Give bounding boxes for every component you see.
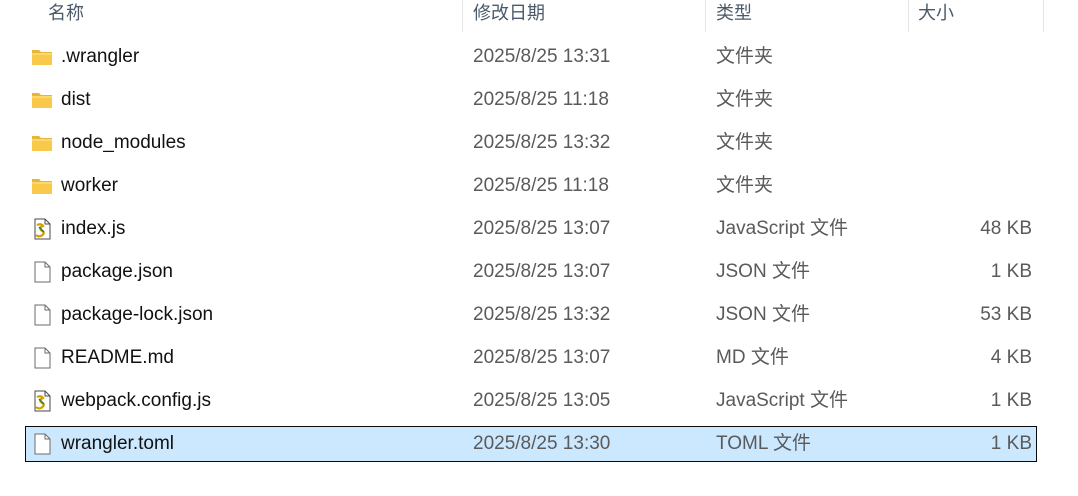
file-type: 文件夹 [716, 46, 774, 67]
folder-icon [31, 46, 53, 68]
file-name: README.md [61, 347, 174, 368]
column-name-header[interactable]: 名称 [48, 0, 458, 30]
file-row[interactable]: package.json 2025/8/25 13:07 JSON 文件 1 KB [0, 254, 1078, 297]
file-row[interactable]: README.md 2025/8/25 13:07 MD 文件 4 KB [0, 340, 1078, 383]
file-icon [31, 304, 53, 326]
file-row[interactable]: wrangler.toml 2025/8/25 13:30 TOML 文件 1 KB [0, 426, 1078, 469]
folder-icon [31, 132, 53, 154]
file-type: JSON 文件 [716, 304, 810, 325]
column-type-header[interactable]: 类型 [716, 0, 906, 30]
column-divider[interactable] [908, 0, 909, 32]
file-modified-date: 2025/8/25 13:32 [473, 304, 611, 325]
column-header: 名称 修改日期 类型 大小 [0, 0, 1078, 32]
file-modified-date: 2025/8/25 13:07 [473, 261, 611, 282]
file-row[interactable]: index.js 2025/8/25 13:07 JavaScript 文件 48 K… [0, 211, 1078, 254]
column-date-header[interactable]: 修改日期 [473, 0, 703, 30]
file-type: 文件夹 [716, 175, 774, 196]
file-row[interactable]: package-lock.json 2025/8/25 13:32 JSON 文件 5… [0, 297, 1078, 340]
file-type: JavaScript 文件 [716, 390, 848, 411]
file-explorer: 名称 修改日期 类型 大小 .wrangler 2025/8/25 13:31 文件… [0, 0, 1078, 496]
file-modified-date: 2025/8/25 11:18 [473, 89, 609, 110]
file-modified-date: 2025/8/25 13:32 [473, 132, 611, 153]
file-size [900, 168, 1032, 204]
file-icon [31, 347, 53, 369]
file-size [900, 82, 1032, 118]
file-name: wrangler.toml [61, 433, 174, 454]
file-name: index.js [61, 218, 126, 239]
file-modified-date: 2025/8/25 13:05 [473, 390, 611, 411]
file-size [900, 125, 1032, 161]
file-icon [31, 261, 53, 283]
column-divider[interactable] [705, 0, 706, 32]
file-modified-date: 2025/8/25 13:07 [473, 218, 611, 239]
file-name: worker [61, 175, 119, 196]
file-row[interactable]: webpack.config.js 2025/8/25 13:05 JavaScri… [0, 383, 1078, 426]
file-size: 1 KB [990, 261, 1032, 282]
file-type: 文件夹 [716, 132, 774, 153]
file-size: 1 KB [990, 433, 1032, 454]
file-size: 4 KB [990, 347, 1032, 368]
file-name: node_modules [61, 132, 186, 153]
file-name: dist [61, 89, 91, 110]
file-modified-date: 2025/8/25 11:18 [473, 175, 609, 196]
column-divider[interactable] [1043, 0, 1044, 32]
file-type: JavaScript 文件 [716, 218, 848, 239]
file-row[interactable]: node_modules 2025/8/25 13:32 文件夹 [0, 125, 1078, 168]
folder-icon [31, 175, 53, 197]
js-file-icon [31, 218, 53, 240]
file-size: 48 KB [980, 218, 1032, 239]
file-row[interactable]: worker 2025/8/25 11:18 文件夹 [0, 168, 1078, 211]
file-row[interactable]: dist 2025/8/25 11:18 文件夹 [0, 82, 1078, 125]
file-name: package-lock.json [61, 304, 214, 325]
file-modified-date: 2025/8/25 13:07 [473, 347, 611, 368]
file-size: 1 KB [990, 390, 1032, 411]
file-list: .wrangler 2025/8/25 13:31 文件夹 dist 2025/8/25… [0, 39, 1078, 469]
file-row[interactable]: .wrangler 2025/8/25 13:31 文件夹 [0, 39, 1078, 82]
file-type: TOML 文件 [716, 433, 812, 454]
file-name: .wrangler [61, 46, 140, 67]
file-name: webpack.config.js [61, 390, 211, 411]
js-file-icon [31, 390, 53, 412]
file-modified-date: 2025/8/25 13:30 [473, 433, 611, 454]
column-size-header[interactable]: 大小 [918, 0, 1038, 30]
column-divider[interactable] [462, 0, 463, 32]
file-type: JSON 文件 [716, 261, 810, 282]
file-type: MD 文件 [716, 347, 789, 368]
file-icon [31, 433, 53, 455]
file-type: 文件夹 [716, 89, 774, 110]
file-name: package.json [61, 261, 173, 282]
file-size: 53 KB [980, 304, 1032, 325]
file-modified-date: 2025/8/25 13:31 [473, 46, 611, 67]
folder-icon [31, 89, 53, 111]
file-size [900, 39, 1032, 75]
